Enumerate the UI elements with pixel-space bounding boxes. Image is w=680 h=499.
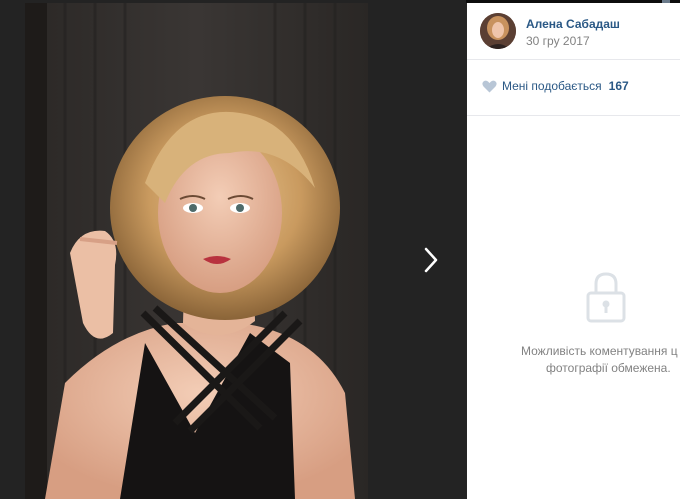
- like-count[interactable]: 167: [609, 79, 629, 93]
- photo[interactable]: [25, 3, 368, 499]
- author-name[interactable]: Алена Сабадаш: [526, 17, 620, 31]
- lock-icon: [586, 272, 626, 323]
- next-photo-button[interactable]: [414, 240, 448, 280]
- heart-icon: [482, 80, 497, 92]
- photo-viewer: [0, 0, 466, 499]
- avatar[interactable]: [480, 13, 516, 49]
- author-header: Алена Сабадаш 30 гру 2017: [467, 3, 680, 60]
- chevron-right-icon: [424, 247, 438, 273]
- likes-bar: Мені подобається 167: [467, 60, 680, 116]
- like-label: Мені подобається: [502, 79, 602, 93]
- comments-closed-message: Можливість коментування ц фотографії обм…: [521, 343, 680, 377]
- comments-closed-line1: Можливість коментування ц: [521, 344, 678, 358]
- portrait-image: [25, 3, 368, 499]
- comments-closed-panel: Можливість коментування ц фотографії обм…: [467, 116, 680, 499]
- comments-closed-line2: фотографії обмежена.: [546, 361, 671, 375]
- photo-sidebar: Алена Сабадаш 30 гру 2017 Мені подобаєть…: [467, 3, 680, 499]
- like-button[interactable]: Мені подобається 167: [482, 77, 629, 95]
- post-date[interactable]: 30 гру 2017: [526, 34, 590, 48]
